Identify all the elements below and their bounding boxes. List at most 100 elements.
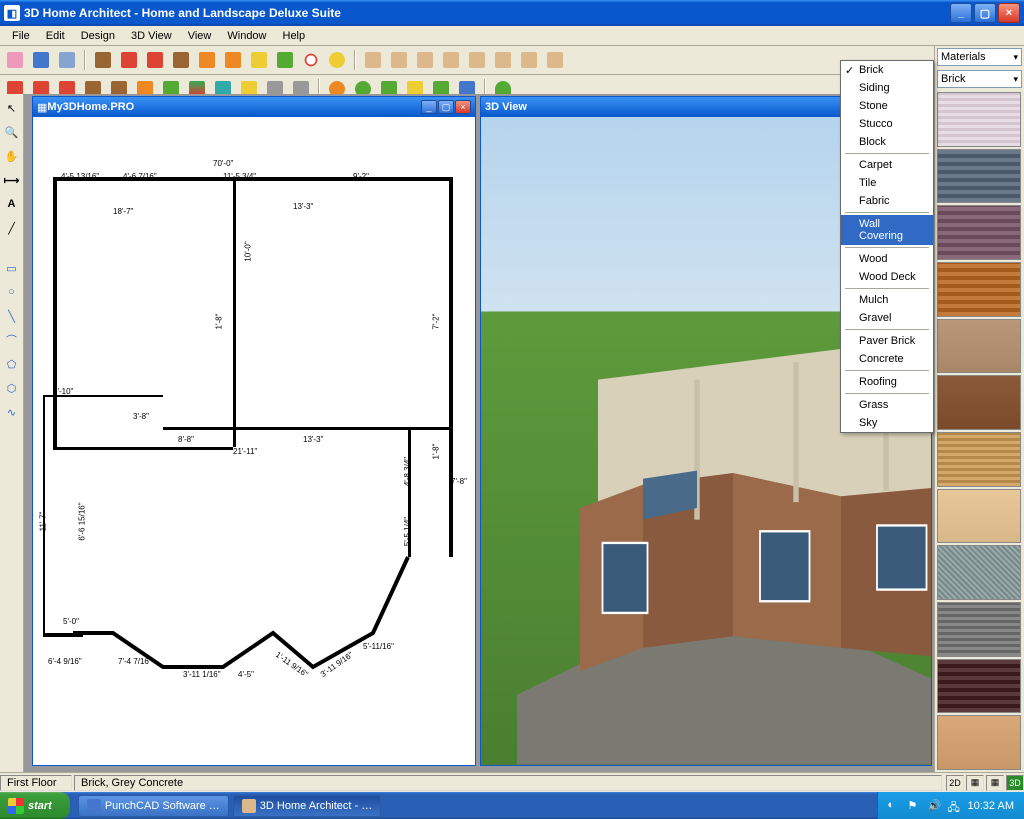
status-floor[interactable]: First Floor	[0, 775, 72, 791]
material-menu-item[interactable]: Stucco	[841, 115, 933, 133]
menu-design[interactable]: Design	[73, 28, 123, 44]
tool-roof2-icon[interactable]	[388, 49, 410, 71]
status-grid2-button[interactable]: ▦	[986, 775, 1004, 791]
material-swatch[interactable]	[937, 149, 1021, 204]
tool-shape-icon[interactable]: ⬠	[2, 354, 22, 374]
tray-icon-1[interactable]: ◐	[888, 799, 902, 813]
status-grid1-button[interactable]: ▦	[966, 775, 984, 791]
tool-deck1-icon[interactable]	[92, 49, 114, 71]
tool-roof7-icon[interactable]	[518, 49, 540, 71]
material-menu-item[interactable]: Brick	[841, 61, 933, 79]
material-menu-item[interactable]: Siding	[841, 79, 933, 97]
tool-text-icon[interactable]: A	[2, 194, 22, 214]
tool-line-icon[interactable]: ╱	[2, 218, 22, 238]
tool-deck6-icon[interactable]	[222, 49, 244, 71]
workspace: ▦ My3DHome.PRO _ ▢ ×	[24, 94, 934, 772]
material-swatch[interactable]	[937, 92, 1021, 147]
menu-edit[interactable]: Edit	[38, 28, 73, 44]
material-swatch[interactable]	[937, 659, 1021, 714]
tool-bulb-icon[interactable]	[326, 49, 348, 71]
tool-roof4-icon[interactable]	[440, 49, 462, 71]
plan-close-button[interactable]: ×	[455, 100, 471, 114]
tool-roof1-icon[interactable]	[362, 49, 384, 71]
tool-nosmoking-icon[interactable]	[300, 49, 322, 71]
tool-curve-icon[interactable]: ∿	[2, 402, 22, 422]
start-button[interactable]: start	[0, 792, 70, 819]
tray-icon-3[interactable]: 🔊	[928, 799, 942, 813]
tool-grid2-icon[interactable]	[56, 49, 78, 71]
taskbar-task-1[interactable]: PunchCAD Software …	[78, 795, 229, 817]
materials-category-dropdown[interactable]: Materials	[937, 48, 1022, 66]
material-swatch[interactable]	[937, 715, 1021, 770]
material-swatch[interactable]	[937, 489, 1021, 544]
plan-minimize-button[interactable]: _	[421, 100, 437, 114]
status-2d-button[interactable]: 2D	[946, 775, 964, 791]
dim-label: 7'-8"	[451, 477, 467, 486]
tool-deck7-icon[interactable]	[248, 49, 270, 71]
status-3d-button[interactable]: 3D	[1006, 775, 1024, 791]
material-menu-item[interactable]: Paver Brick	[841, 332, 933, 350]
dim-label: 7'-2"	[431, 314, 440, 330]
tool-roof5-icon[interactable]	[466, 49, 488, 71]
maximize-button[interactable]: ▢	[974, 3, 996, 23]
menu-view[interactable]: View	[180, 28, 220, 44]
tool-dimension-icon[interactable]: ⟼	[2, 170, 22, 190]
tool-grid1-icon[interactable]	[30, 49, 52, 71]
tool-pan-icon[interactable]: ✋	[2, 146, 22, 166]
material-menu-item[interactable]: Fabric	[841, 192, 933, 210]
material-menu-item[interactable]: Stone	[841, 97, 933, 115]
materials-panel: Materials Brick	[934, 46, 1024, 772]
material-menu-item[interactable]: Gravel	[841, 309, 933, 327]
material-swatch[interactable]	[937, 375, 1021, 430]
tool-diag-icon[interactable]: ╲	[2, 306, 22, 326]
plan-maximize-button[interactable]: ▢	[438, 100, 454, 114]
material-menu-item[interactable]: Wall Covering	[841, 215, 933, 245]
tool-roof6-icon[interactable]	[492, 49, 514, 71]
material-swatch[interactable]	[937, 432, 1021, 487]
material-swatch[interactable]	[937, 205, 1021, 260]
material-swatch[interactable]	[937, 319, 1021, 374]
system-tray[interactable]: ◐ ⚑ 🔊 🖧 10:32 AM	[877, 792, 1024, 819]
material-menu-item[interactable]: Sky	[841, 414, 933, 432]
material-menu-item[interactable]: Wood	[841, 250, 933, 268]
menu-window[interactable]: Window	[219, 28, 274, 44]
material-menu-item[interactable]: Grass	[841, 396, 933, 414]
tool-zoom-icon[interactable]: 🔍	[2, 122, 22, 142]
materials-type-dropdown[interactable]: Brick	[937, 70, 1022, 88]
tool-hex-icon[interactable]: ⬡	[2, 378, 22, 398]
tool-deck3-icon[interactable]	[144, 49, 166, 71]
tool-deck2-icon[interactable]	[118, 49, 140, 71]
material-menu-item[interactable]: Carpet	[841, 156, 933, 174]
tool-rect-icon[interactable]: ▭	[2, 258, 22, 278]
menu-3dview[interactable]: 3D View	[123, 28, 180, 44]
tool-pink-icon[interactable]	[4, 49, 26, 71]
tool-deck4-icon[interactable]	[170, 49, 192, 71]
material-swatch[interactable]	[937, 262, 1021, 317]
tool-arc-icon[interactable]: ⌒	[2, 330, 22, 350]
material-menu-item[interactable]: Mulch	[841, 291, 933, 309]
tray-clock[interactable]: 10:32 AM	[968, 800, 1014, 812]
menu-help[interactable]: Help	[275, 28, 314, 44]
close-button[interactable]: ×	[998, 3, 1020, 23]
tool-deck5-icon[interactable]	[196, 49, 218, 71]
tray-icon-4[interactable]: 🖧	[948, 799, 962, 813]
tool-deck8-icon[interactable]	[274, 49, 296, 71]
minimize-button[interactable]: _	[950, 3, 972, 23]
material-swatch[interactable]	[937, 602, 1021, 657]
material-menu-item[interactable]: Wood Deck	[841, 268, 933, 286]
material-menu-item[interactable]: Block	[841, 133, 933, 151]
material-swatch[interactable]	[937, 545, 1021, 600]
view3d-window-title: 3D View	[485, 101, 877, 113]
material-menu-item[interactable]: Roofing	[841, 373, 933, 391]
menu-file[interactable]: File	[4, 28, 38, 44]
plan-canvas[interactable]: 70'-0" 4'-5 13/16" 4'-6 7/16" 11'-5 3/4"…	[33, 117, 475, 765]
tool-roof3-icon[interactable]	[414, 49, 436, 71]
material-menu-item[interactable]: Tile	[841, 174, 933, 192]
tray-icon-2[interactable]: ⚑	[908, 799, 922, 813]
tool-circle-icon[interactable]: ○	[2, 282, 22, 302]
taskbar-task-2[interactable]: 3D Home Architect - …	[233, 795, 381, 817]
dim-label: 18'-7"	[113, 207, 133, 216]
tool-pointer-icon[interactable]: ↖	[2, 98, 22, 118]
material-menu-item[interactable]: Concrete	[841, 350, 933, 368]
tool-roof8-icon[interactable]	[544, 49, 566, 71]
